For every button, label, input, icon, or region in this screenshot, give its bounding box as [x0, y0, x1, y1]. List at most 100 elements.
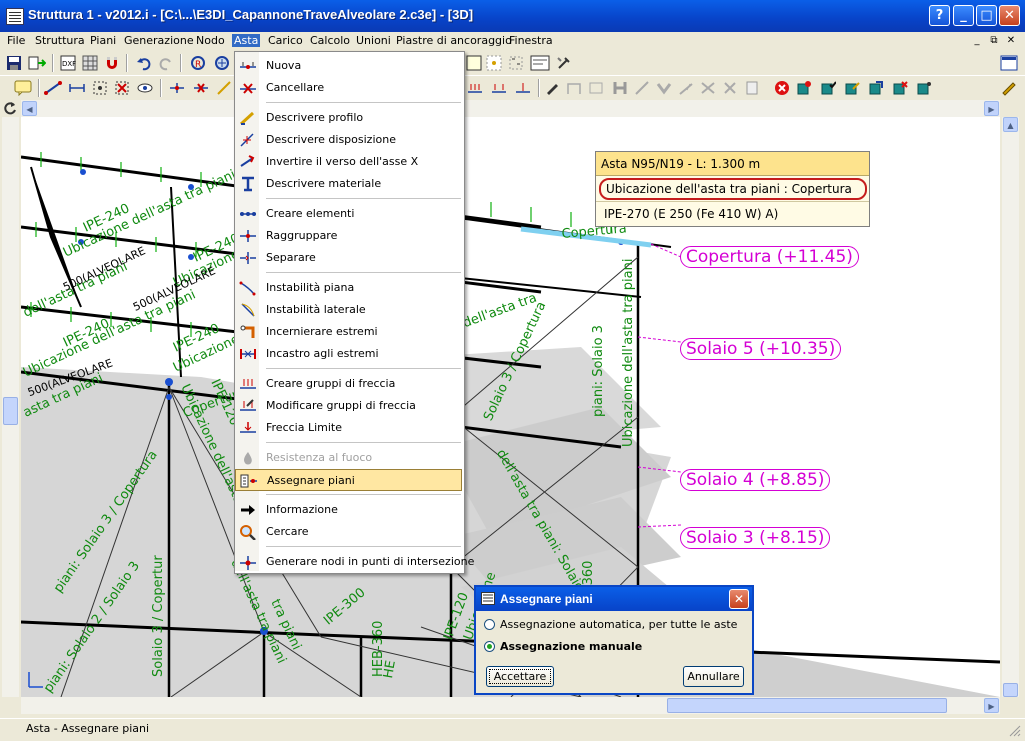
scroll-right-bottom-button[interactable]: ▶ [984, 698, 999, 713]
radio-auto[interactable] [484, 619, 495, 630]
menu-item-freccia-limite[interactable]: Freccia Limite [235, 417, 462, 439]
display-options-icon[interactable] [530, 55, 550, 71]
menu-item-informazione[interactable]: Informazione [235, 499, 462, 521]
menu-item-modificare-gruppi-di-freccia[interactable]: Modificare gruppi di freccia [235, 395, 462, 417]
help-button[interactable]: ? [929, 5, 950, 26]
menu-asta[interactable]: Asta [232, 34, 261, 47]
zoom-icon[interactable] [214, 55, 230, 71]
scroll-left-button[interactable]: ◀ [22, 101, 37, 116]
cross-gray-icon[interactable] [700, 80, 716, 96]
menu-piani[interactable]: Piani [88, 34, 118, 47]
undo-icon[interactable] [136, 55, 152, 71]
menu-nodo[interactable]: Nodo [194, 34, 227, 47]
menu-item-generare-nodi-in-punti-di-intersezione[interactable]: Generare nodi in punti di intersezione [235, 551, 474, 573]
delete-nodes-icon[interactable] [114, 80, 130, 96]
cube-pin-icon[interactable] [916, 80, 932, 96]
window-frame-icon[interactable] [466, 55, 482, 71]
menu-file[interactable]: File [5, 34, 27, 47]
menu-calcolo[interactable]: Calcolo [308, 34, 352, 47]
menu-item-instabilità-laterale[interactable]: Instabilità laterale [235, 299, 462, 321]
menu-item-creare-elementi[interactable]: Creare elementi [235, 203, 462, 225]
doc-gray-icon[interactable] [744, 80, 760, 96]
menu-item-invertire-il-verso-dell-asse-x[interactable]: Invertire il verso dell'asse X [235, 151, 462, 173]
minimize-button[interactable]: _ [953, 5, 974, 26]
frame2-gray-icon[interactable] [588, 80, 604, 96]
title-bar[interactable]: Struttura 1 - v2012.i - [C:\...\E3DI_Cap… [0, 0, 1025, 32]
menu-item-instabilità-piana[interactable]: Instabilità piana [235, 277, 462, 299]
resize-grip-icon[interactable] [1008, 724, 1021, 737]
refresh-view-button[interactable] [2, 100, 19, 117]
menu-item-descrivere-profilo[interactable]: Descrivere profilo [235, 107, 462, 129]
deflection-edit-icon[interactable] [490, 80, 508, 96]
menu-item-cancellare[interactable]: Cancellare [235, 77, 462, 99]
group-select-icon[interactable] [508, 55, 524, 71]
column-gray-icon[interactable] [612, 80, 628, 96]
menu-item-separare[interactable]: Separare [235, 247, 462, 269]
maximize-button[interactable]: □ [976, 5, 997, 26]
horizontal-scrollbar-top[interactable]: ◀ ▶ [21, 100, 1000, 117]
edit-pencil-icon[interactable] [544, 80, 560, 96]
cube-delete-icon[interactable] [892, 80, 908, 96]
import-icon[interactable] [28, 55, 46, 71]
vertical-scrollbar-left[interactable] [2, 117, 19, 697]
new-bar-tool-icon[interactable] [44, 80, 62, 96]
menu-item-creare-gruppi-di-freccia[interactable]: Creare gruppi di freccia [235, 373, 462, 395]
menu-carico[interactable]: Carico [266, 34, 305, 47]
deflection-limit-tool-icon[interactable] [514, 80, 532, 96]
menu-finestra[interactable]: Finestra [507, 34, 555, 47]
stop-icon[interactable] [774, 80, 790, 96]
menu-generazione[interactable]: Generazione [122, 34, 196, 47]
slope-gray-icon[interactable] [678, 80, 694, 96]
comment-icon[interactable] [14, 80, 32, 96]
menu-piastre[interactable]: Piastre di ancoraggio [394, 34, 514, 47]
layout-icon[interactable] [1000, 55, 1018, 71]
menu-item-descrivere-materiale[interactable]: Descrivere materiale [235, 173, 462, 195]
rotate-view-icon[interactable]: R [190, 55, 206, 71]
accept-button[interactable]: Accettare [486, 666, 554, 687]
vshape-gray-icon[interactable] [656, 80, 672, 96]
frame-gray-icon[interactable] [566, 80, 582, 96]
scroll-thumb-left[interactable] [3, 397, 18, 425]
dialog-title-bar[interactable]: Assegnare piani ✕ [476, 587, 752, 611]
radio-manual-label[interactable]: Assegnazione manuale [500, 640, 642, 653]
cube-arrow-icon[interactable] [868, 80, 884, 96]
magnet-icon[interactable] [104, 55, 120, 71]
menu-item-raggruppare[interactable]: Raggruppare [235, 225, 462, 247]
menu-unioni[interactable]: Unioni [354, 34, 393, 47]
radio-manual[interactable] [484, 641, 495, 652]
dialog-close-button[interactable]: ✕ [729, 589, 749, 609]
tools-icon[interactable] [556, 55, 572, 71]
brace-gray-icon[interactable] [634, 80, 650, 96]
menu-item-descrivere-disposizione[interactable]: Descrivere disposizione [235, 129, 462, 151]
scroll-right-button[interactable]: ▶ [984, 101, 999, 116]
menu-item-cercare[interactable]: Cercare [235, 521, 462, 543]
menu-item-incernierare-estremi[interactable]: Incernierare estremi [235, 321, 462, 343]
save-icon[interactable] [6, 55, 22, 71]
mdi-close-button[interactable]: ✕ [1004, 34, 1018, 47]
menu-struttura[interactable]: Struttura [33, 34, 87, 47]
print-preview-icon[interactable]: DXF [60, 55, 76, 71]
select-node-icon[interactable] [486, 55, 502, 71]
node-select-icon[interactable] [92, 80, 108, 96]
scroll-up-button[interactable]: ▲ [1003, 117, 1018, 132]
dimension-icon[interactable] [68, 80, 86, 96]
mdi-restore-button[interactable]: ⧉ [987, 34, 1001, 47]
cube-check-icon[interactable] [820, 80, 836, 96]
view-icon[interactable] [136, 80, 154, 96]
menu-item-assegnare-piani[interactable]: Assegnare piani [235, 469, 462, 491]
vertical-scrollbar-right[interactable]: ▲ [1002, 117, 1019, 697]
menu-item-incastro-agli-estremi[interactable]: Incastro agli estremi [235, 343, 462, 365]
horizontal-scrollbar-bottom[interactable]: ▶ [21, 697, 1000, 714]
cube-red-icon[interactable] [796, 80, 812, 96]
app-icon[interactable] [6, 8, 24, 25]
cross2-gray-icon[interactable] [722, 80, 738, 96]
menu-item-nuova[interactable]: Nuova [235, 55, 462, 77]
mdi-minimize-button[interactable]: _ [970, 34, 984, 47]
delete-bar-small-icon[interactable] [192, 80, 210, 96]
close-button[interactable]: ✕ [999, 5, 1020, 26]
pencil-edit-icon[interactable] [1000, 80, 1018, 96]
new-bar-small-icon[interactable] [168, 80, 186, 96]
deflection-group-icon[interactable] [466, 80, 484, 96]
cancel-button[interactable]: Annullare [683, 666, 744, 687]
scroll-thumb-bottom[interactable] [667, 698, 947, 713]
